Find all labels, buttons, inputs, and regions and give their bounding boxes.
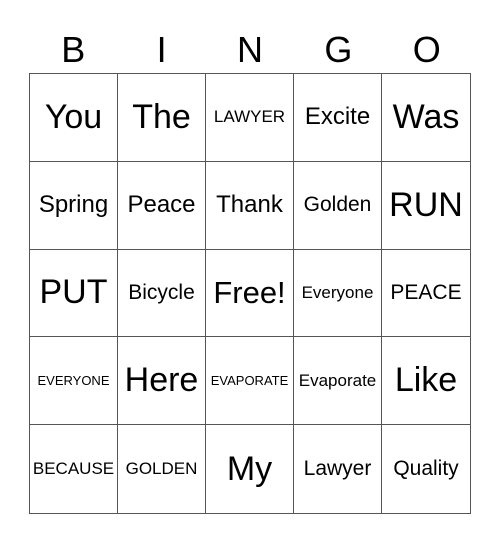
- bingo-cell[interactable]: BECAUSE: [30, 425, 118, 513]
- bingo-cell[interactable]: Quality: [382, 425, 470, 513]
- bingo-cell[interactable]: My: [206, 425, 294, 513]
- bingo-cell[interactable]: PUT: [30, 249, 118, 338]
- bingo-cell[interactable]: LAWYER: [206, 74, 294, 162]
- header-letter-o: O: [412, 29, 441, 70]
- header-letter-n: N: [236, 29, 263, 70]
- bingo-cell[interactable]: EVAPORATE: [206, 337, 294, 426]
- bingo-cell[interactable]: Lawyer: [294, 425, 382, 513]
- bingo-cell[interactable]: Free!: [206, 249, 294, 338]
- bingo-cell[interactable]: Excite: [294, 74, 382, 162]
- bingo-cell[interactable]: Like: [382, 337, 470, 426]
- header-letter-b: B: [61, 29, 86, 70]
- bingo-cell[interactable]: Golden: [294, 161, 382, 250]
- bingo-cell[interactable]: Here: [118, 337, 206, 426]
- header-letter-g: G: [324, 29, 353, 70]
- bingo-cell[interactable]: Evaporate: [294, 337, 382, 426]
- bingo-cell[interactable]: Spring: [30, 161, 118, 250]
- bingo-cell[interactable]: GOLDEN: [118, 425, 206, 513]
- bingo-cell[interactable]: RUN: [382, 162, 470, 250]
- bingo-cell[interactable]: The: [118, 74, 206, 162]
- bingo-card-grid: You The LAWYER Excite Was Spring Peace T…: [29, 73, 471, 514]
- bingo-cell[interactable]: Was: [382, 74, 470, 162]
- bingo-cell[interactable]: Everyone: [294, 249, 382, 338]
- bingo-cell[interactable]: PEACE: [382, 250, 470, 338]
- bingo-cell[interactable]: Bicycle: [118, 249, 206, 338]
- bingo-cell[interactable]: EVERYONE: [30, 337, 118, 426]
- bingo-header: B I N G O: [29, 28, 471, 72]
- header-letter-i: I: [156, 29, 167, 70]
- bingo-cell[interactable]: Peace: [118, 161, 206, 250]
- bingo-cell[interactable]: Thank: [206, 161, 294, 250]
- bingo-cell[interactable]: You: [30, 74, 118, 162]
